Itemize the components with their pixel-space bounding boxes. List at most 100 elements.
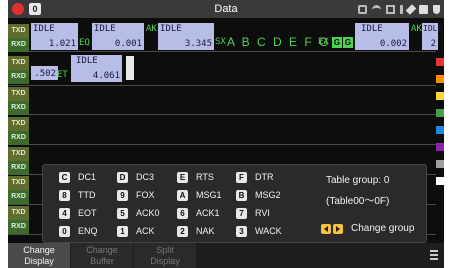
key-code: 5: [117, 207, 128, 219]
txd-label: TXD: [8, 87, 29, 101]
change-group-control[interactable]: Change group: [321, 223, 414, 234]
frame-cell[interactable]: .502: [31, 66, 58, 80]
txd-label: TXD: [8, 147, 29, 161]
rxd-label: RXD: [8, 131, 29, 145]
txd-label: TXD: [8, 56, 29, 70]
key-label: ACK1: [196, 208, 220, 218]
frame-status: IDLE: [160, 24, 182, 34]
key-label: MSG2: [255, 190, 281, 200]
printer-icon: [358, 4, 367, 14]
rxd-label: RXD: [8, 161, 29, 175]
rxd-label: RXD: [8, 70, 29, 84]
control-key[interactable]: 8 TTD: [59, 188, 96, 202]
power-plug-icon: [433, 4, 440, 14]
rxd-label: RXD: [8, 38, 29, 52]
arrow-left-icon[interactable]: [321, 223, 331, 234]
edit-icon: [405, 3, 417, 15]
control-key[interactable]: D DC3: [117, 170, 154, 184]
control-key[interactable]: 3 WACK: [236, 224, 282, 238]
split-display-button[interactable]: Split Display: [134, 243, 196, 268]
ak-control-code: AK: [146, 24, 157, 34]
frame-cell[interactable]: IDLE 0.001: [92, 23, 144, 50]
key-label: RTS: [196, 172, 214, 182]
rxd-label: RXD: [8, 220, 29, 234]
key-code: C: [59, 171, 70, 183]
button-label-line1: Change: [86, 245, 118, 255]
table-range-label: (Table00〜0F): [326, 196, 390, 207]
frame-cell[interactable]: IDLE 1.021: [31, 23, 78, 50]
control-key[interactable]: 4 EOT: [59, 206, 97, 220]
key-code: 3: [236, 225, 247, 237]
color-strip-block: [436, 92, 444, 100]
control-key[interactable]: F DTR: [236, 170, 274, 184]
button-label-line2: Buffer: [90, 256, 114, 266]
color-strip-block: [436, 75, 444, 83]
wifi-icon: [372, 4, 381, 14]
change-buffer-button[interactable]: Change Buffer: [71, 243, 133, 268]
color-strip-block: [436, 109, 444, 117]
cursor: [126, 56, 134, 80]
control-key[interactable]: E RTS: [177, 170, 214, 184]
control-key[interactable]: 2 NAK: [177, 224, 215, 238]
txd-label: TXD: [8, 176, 29, 190]
rxd-label: RXD: [8, 101, 29, 115]
frame-time: 0.001: [114, 39, 142, 49]
control-key[interactable]: C DC1: [59, 170, 96, 184]
data-line-3: TXD RXD: [8, 87, 436, 115]
key-label: DC1: [78, 172, 97, 182]
frame-status: IDLE: [76, 56, 98, 66]
control-key[interactable]: A MSG1: [177, 188, 222, 202]
arrow-right-icon[interactable]: [333, 223, 343, 234]
key-code: 7: [236, 207, 247, 219]
sx-control-code: SX: [215, 37, 226, 47]
menu-icon[interactable]: [430, 250, 438, 260]
change-display-button[interactable]: Change Display: [8, 243, 70, 268]
control-key[interactable]: 7 RVI: [236, 206, 270, 220]
color-strip-block: [436, 126, 444, 134]
frame-time: 2: [430, 39, 436, 49]
key-label: ENQ: [78, 226, 98, 236]
key-code: 0: [59, 225, 70, 237]
txd-label: TXD: [8, 24, 29, 38]
save-icon: [419, 4, 428, 14]
g-control-box: G: [332, 37, 342, 48]
usb-icon: [400, 4, 403, 14]
key-code: E: [177, 171, 188, 183]
button-label-line2: Display: [24, 256, 54, 266]
color-strip-block: [436, 143, 444, 151]
data-line-4: TXD RXD: [8, 116, 436, 145]
frame-cell[interactable]: IDLE 2: [422, 23, 442, 50]
ex-control-code: EX: [318, 37, 329, 47]
control-key[interactable]: 6 ACK1: [177, 206, 220, 220]
button-label-line1: Change: [23, 245, 55, 255]
key-label: MSG1: [196, 190, 222, 200]
control-code-popup: C DC1 D DC3 E RTS F DTR 8 TTD 9 FOX A MSG1 B MSG2 4 EOT 5 A…: [42, 164, 427, 243]
control-key[interactable]: B MSG2: [236, 188, 281, 202]
frame-cell[interactable]: IDLE 3.345: [158, 23, 214, 50]
frame-status: IDLE: [361, 24, 383, 34]
device-screen: 0 Data TXD RXD IDLE 1.021 EQ IDLE 0.001 …: [8, 0, 444, 268]
function-bar: Change Display Change Buffer Split Displ…: [8, 243, 444, 268]
color-strip-block: [436, 58, 444, 66]
control-key[interactable]: 0 ENQ: [59, 224, 98, 238]
key-label: ACK0: [136, 208, 160, 218]
control-key[interactable]: 5 ACK0: [117, 206, 160, 220]
frame-cell[interactable]: IDLE 4.061: [71, 55, 122, 82]
data-characters: A B C D E F G: [227, 35, 331, 49]
button-label-line2: Display: [150, 256, 180, 266]
key-code: 8: [59, 189, 70, 201]
control-key[interactable]: 1 ACK: [117, 224, 155, 238]
key-code: 6: [177, 207, 188, 219]
frame-cell[interactable]: IDLE 0.002: [355, 23, 409, 50]
color-strip-block: [436, 177, 444, 185]
key-label: ACK: [136, 226, 155, 236]
g-control-box: G: [343, 37, 353, 48]
network-icon: [386, 4, 395, 14]
key-label: DC3: [136, 172, 155, 182]
title-bar: 0 Data: [8, 0, 444, 18]
txd-label: TXD: [8, 206, 29, 220]
frame-time: .502: [34, 69, 56, 79]
control-key[interactable]: 9 FOX: [117, 188, 155, 202]
status-icons: [358, 3, 440, 15]
key-label: WACK: [255, 226, 282, 236]
